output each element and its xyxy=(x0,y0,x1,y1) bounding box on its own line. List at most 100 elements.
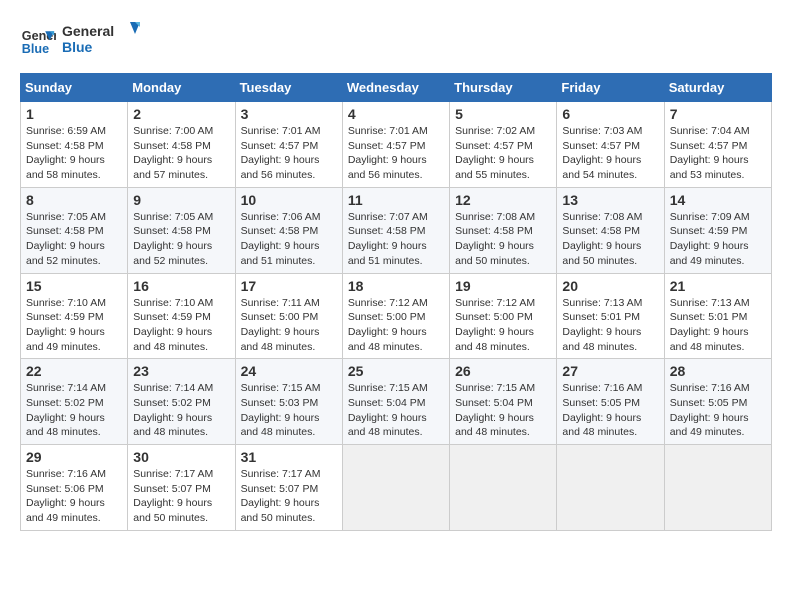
sunset-info: Sunset: 4:58 PM xyxy=(455,224,551,239)
daylight-info: Daylight: 9 hours and 50 minutes. xyxy=(133,496,229,525)
calendar-header-row: SundayMondayTuesdayWednesdayThursdayFrid… xyxy=(21,74,772,102)
calendar-cell: 30 Sunrise: 7:17 AM Sunset: 5:07 PM Dayl… xyxy=(128,445,235,531)
daylight-info: Daylight: 9 hours and 48 minutes. xyxy=(562,325,658,354)
daylight-info: Daylight: 9 hours and 51 minutes. xyxy=(241,239,337,268)
sunset-info: Sunset: 4:59 PM xyxy=(670,224,766,239)
sunset-info: Sunset: 5:00 PM xyxy=(348,310,444,325)
day-number: 14 xyxy=(670,192,766,208)
day-number: 24 xyxy=(241,363,337,379)
day-number: 26 xyxy=(455,363,551,379)
calendar-table: SundayMondayTuesdayWednesdayThursdayFrid… xyxy=(20,73,772,531)
day-number: 18 xyxy=(348,278,444,294)
day-number: 20 xyxy=(562,278,658,294)
sunset-info: Sunset: 5:00 PM xyxy=(455,310,551,325)
daylight-info: Daylight: 9 hours and 48 minutes. xyxy=(133,411,229,440)
sunrise-info: Sunrise: 7:00 AM xyxy=(133,124,229,139)
calendar-cell: 31 Sunrise: 7:17 AM Sunset: 5:07 PM Dayl… xyxy=(235,445,342,531)
daylight-info: Daylight: 9 hours and 53 minutes. xyxy=(670,153,766,182)
calendar-cell: 24 Sunrise: 7:15 AM Sunset: 5:03 PM Dayl… xyxy=(235,359,342,445)
calendar-cell: 11 Sunrise: 7:07 AM Sunset: 4:58 PM Dayl… xyxy=(342,187,449,273)
calendar-cell: 6 Sunrise: 7:03 AM Sunset: 4:57 PM Dayli… xyxy=(557,102,664,188)
sunrise-info: Sunrise: 7:01 AM xyxy=(348,124,444,139)
day-number: 28 xyxy=(670,363,766,379)
sunset-info: Sunset: 5:07 PM xyxy=(241,482,337,497)
calendar-cell: 13 Sunrise: 7:08 AM Sunset: 4:58 PM Dayl… xyxy=(557,187,664,273)
sunset-info: Sunset: 5:01 PM xyxy=(562,310,658,325)
calendar-cell: 18 Sunrise: 7:12 AM Sunset: 5:00 PM Dayl… xyxy=(342,273,449,359)
daylight-info: Daylight: 9 hours and 48 minutes. xyxy=(562,411,658,440)
sunrise-info: Sunrise: 7:12 AM xyxy=(348,296,444,311)
calendar-cell: 9 Sunrise: 7:05 AM Sunset: 4:58 PM Dayli… xyxy=(128,187,235,273)
daylight-info: Daylight: 9 hours and 57 minutes. xyxy=(133,153,229,182)
sunset-info: Sunset: 4:57 PM xyxy=(241,139,337,154)
daylight-info: Daylight: 9 hours and 48 minutes. xyxy=(348,325,444,354)
daylight-info: Daylight: 9 hours and 49 minutes. xyxy=(26,325,122,354)
day-number: 7 xyxy=(670,106,766,122)
day-number: 1 xyxy=(26,106,122,122)
daylight-info: Daylight: 9 hours and 52 minutes. xyxy=(26,239,122,268)
calendar-cell: 16 Sunrise: 7:10 AM Sunset: 4:59 PM Dayl… xyxy=(128,273,235,359)
daylight-info: Daylight: 9 hours and 54 minutes. xyxy=(562,153,658,182)
calendar-cell: 27 Sunrise: 7:16 AM Sunset: 5:05 PM Dayl… xyxy=(557,359,664,445)
sunset-info: Sunset: 5:02 PM xyxy=(133,396,229,411)
day-number: 19 xyxy=(455,278,551,294)
day-number: 23 xyxy=(133,363,229,379)
sunset-info: Sunset: 5:07 PM xyxy=(133,482,229,497)
daylight-info: Daylight: 9 hours and 50 minutes. xyxy=(241,496,337,525)
sunrise-info: Sunrise: 7:11 AM xyxy=(241,296,337,311)
sunrise-info: Sunrise: 7:12 AM xyxy=(455,296,551,311)
sunset-info: Sunset: 5:01 PM xyxy=(670,310,766,325)
svg-text:Blue: Blue xyxy=(62,39,93,55)
calendar-cell: 1 Sunrise: 6:59 AM Sunset: 4:58 PM Dayli… xyxy=(21,102,128,188)
sunset-info: Sunset: 5:06 PM xyxy=(26,482,122,497)
calendar-cell xyxy=(557,445,664,531)
col-header-monday: Monday xyxy=(128,74,235,102)
daylight-info: Daylight: 9 hours and 48 minutes. xyxy=(348,411,444,440)
sunset-info: Sunset: 4:58 PM xyxy=(133,139,229,154)
sunrise-info: Sunrise: 7:05 AM xyxy=(133,210,229,225)
day-number: 11 xyxy=(348,192,444,208)
calendar-cell: 29 Sunrise: 7:16 AM Sunset: 5:06 PM Dayl… xyxy=(21,445,128,531)
sunrise-info: Sunrise: 7:04 AM xyxy=(670,124,766,139)
day-number: 12 xyxy=(455,192,551,208)
sunset-info: Sunset: 5:05 PM xyxy=(562,396,658,411)
daylight-info: Daylight: 9 hours and 48 minutes. xyxy=(455,411,551,440)
daylight-info: Daylight: 9 hours and 56 minutes. xyxy=(348,153,444,182)
sunset-info: Sunset: 5:02 PM xyxy=(26,396,122,411)
daylight-info: Daylight: 9 hours and 52 minutes. xyxy=(133,239,229,268)
calendar-cell: 12 Sunrise: 7:08 AM Sunset: 4:58 PM Dayl… xyxy=(450,187,557,273)
calendar-cell: 19 Sunrise: 7:12 AM Sunset: 5:00 PM Dayl… xyxy=(450,273,557,359)
sunset-info: Sunset: 4:58 PM xyxy=(241,224,337,239)
sunset-info: Sunset: 4:59 PM xyxy=(133,310,229,325)
day-number: 30 xyxy=(133,449,229,465)
sunset-info: Sunset: 5:04 PM xyxy=(455,396,551,411)
sunset-info: Sunset: 4:58 PM xyxy=(562,224,658,239)
sunset-info: Sunset: 4:57 PM xyxy=(670,139,766,154)
sunset-info: Sunset: 4:58 PM xyxy=(26,139,122,154)
day-number: 27 xyxy=(562,363,658,379)
calendar-cell: 21 Sunrise: 7:13 AM Sunset: 5:01 PM Dayl… xyxy=(664,273,771,359)
day-number: 16 xyxy=(133,278,229,294)
daylight-info: Daylight: 9 hours and 49 minutes. xyxy=(26,496,122,525)
col-header-tuesday: Tuesday xyxy=(235,74,342,102)
calendar-cell: 8 Sunrise: 7:05 AM Sunset: 4:58 PM Dayli… xyxy=(21,187,128,273)
sunrise-info: Sunrise: 7:08 AM xyxy=(562,210,658,225)
calendar-week-row: 8 Sunrise: 7:05 AM Sunset: 4:58 PM Dayli… xyxy=(21,187,772,273)
day-number: 8 xyxy=(26,192,122,208)
calendar-cell: 3 Sunrise: 7:01 AM Sunset: 4:57 PM Dayli… xyxy=(235,102,342,188)
day-number: 4 xyxy=(348,106,444,122)
day-number: 17 xyxy=(241,278,337,294)
calendar-cell: 25 Sunrise: 7:15 AM Sunset: 5:04 PM Dayl… xyxy=(342,359,449,445)
sunrise-info: Sunrise: 7:17 AM xyxy=(241,467,337,482)
page-header: General Blue General Blue xyxy=(20,20,772,63)
sunset-info: Sunset: 4:59 PM xyxy=(26,310,122,325)
day-number: 5 xyxy=(455,106,551,122)
day-number: 15 xyxy=(26,278,122,294)
calendar-cell xyxy=(450,445,557,531)
sunset-info: Sunset: 4:57 PM xyxy=(348,139,444,154)
daylight-info: Daylight: 9 hours and 48 minutes. xyxy=(241,325,337,354)
sunrise-info: Sunrise: 7:08 AM xyxy=(455,210,551,225)
calendar-cell: 4 Sunrise: 7:01 AM Sunset: 4:57 PM Dayli… xyxy=(342,102,449,188)
daylight-info: Daylight: 9 hours and 51 minutes. xyxy=(348,239,444,268)
sunrise-info: Sunrise: 7:16 AM xyxy=(562,381,658,396)
